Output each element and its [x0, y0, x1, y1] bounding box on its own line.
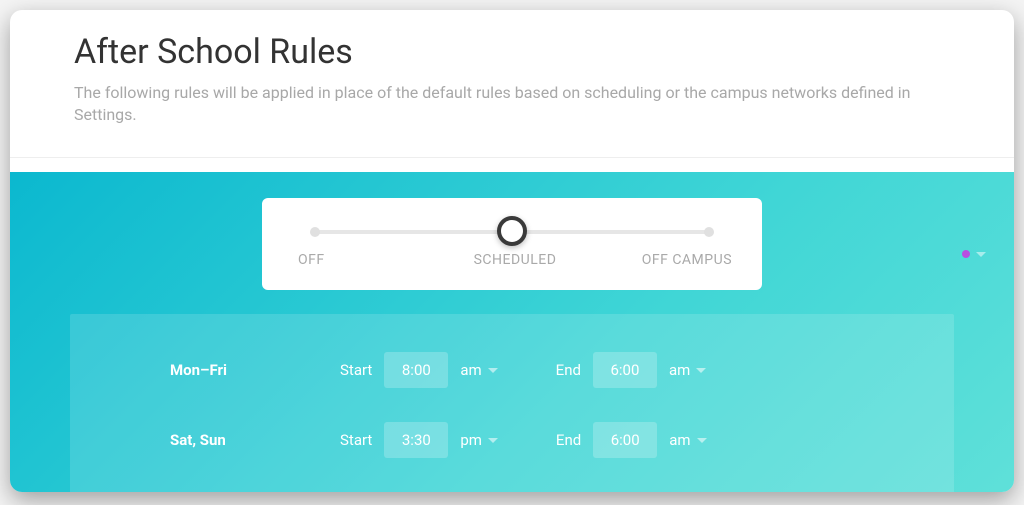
start-ampm-select[interactable]: am [460, 361, 497, 379]
start-ampm-value: pm [460, 431, 482, 449]
page-title: After School Rules [74, 32, 954, 72]
start-ampm-select[interactable]: pm [460, 431, 498, 449]
end-ampm-select[interactable]: am [669, 361, 706, 379]
start-time-input[interactable]: 8:00 [384, 352, 448, 388]
chevron-down-icon [976, 252, 986, 257]
end-time-input[interactable]: 6:00 [593, 422, 657, 458]
schedule-panel: Mon–Fri Start 8:00 am End 6:00 am [70, 314, 954, 492]
schedule-row: Mon–Fri Start 8:00 am End 6:00 am [70, 342, 954, 412]
status-indicator[interactable] [962, 250, 986, 258]
days-label-weekend: Sat, Sun [70, 431, 340, 449]
slider-option-scheduled[interactable]: SCHEDULED [443, 252, 588, 268]
start-time-group: Start 8:00 am [340, 352, 498, 388]
start-label: Start [340, 431, 372, 449]
end-label: End [556, 361, 581, 379]
end-time-input[interactable]: 6:00 [593, 352, 657, 388]
slider-thumb[interactable] [497, 216, 527, 246]
slider-tick-offcampus[interactable] [704, 227, 714, 237]
end-ampm-value: am [669, 361, 690, 379]
start-time-input[interactable]: 3:30 [384, 422, 448, 458]
end-ampm-select[interactable]: am [669, 431, 706, 449]
status-dot-icon [962, 250, 970, 258]
settings-card: After School Rules The following rules w… [10, 10, 1014, 492]
scheduling-area: OFF SCHEDULED OFF CAMPUS Mon–Fri Start 8… [10, 172, 1014, 492]
chevron-down-icon [488, 368, 498, 373]
end-time-group: End 6:00 am [556, 422, 707, 458]
chevron-down-icon [697, 438, 707, 443]
mode-slider-card: OFF SCHEDULED OFF CAMPUS [262, 198, 762, 290]
start-time-group: Start 3:30 pm [340, 422, 498, 458]
slider-option-offcampus[interactable]: OFF CAMPUS [587, 252, 732, 268]
schedule-row: Sat, Sun Start 3:30 pm End 6:00 am [70, 412, 954, 482]
slider-labels: OFF SCHEDULED OFF CAMPUS [292, 252, 732, 268]
end-ampm-value: am [669, 431, 690, 449]
end-time-group: End 6:00 am [556, 352, 707, 388]
chevron-down-icon [696, 368, 706, 373]
end-label: End [556, 431, 581, 449]
chevron-down-icon [488, 438, 498, 443]
start-ampm-value: am [460, 361, 481, 379]
page-subtitle: The following rules will be applied in p… [74, 82, 954, 127]
header: After School Rules The following rules w… [10, 10, 1014, 158]
mode-slider-track[interactable] [306, 218, 718, 246]
start-label: Start [340, 361, 372, 379]
slider-option-off[interactable]: OFF [292, 252, 443, 268]
slider-tick-off[interactable] [310, 227, 320, 237]
days-label-weekday: Mon–Fri [70, 361, 340, 379]
